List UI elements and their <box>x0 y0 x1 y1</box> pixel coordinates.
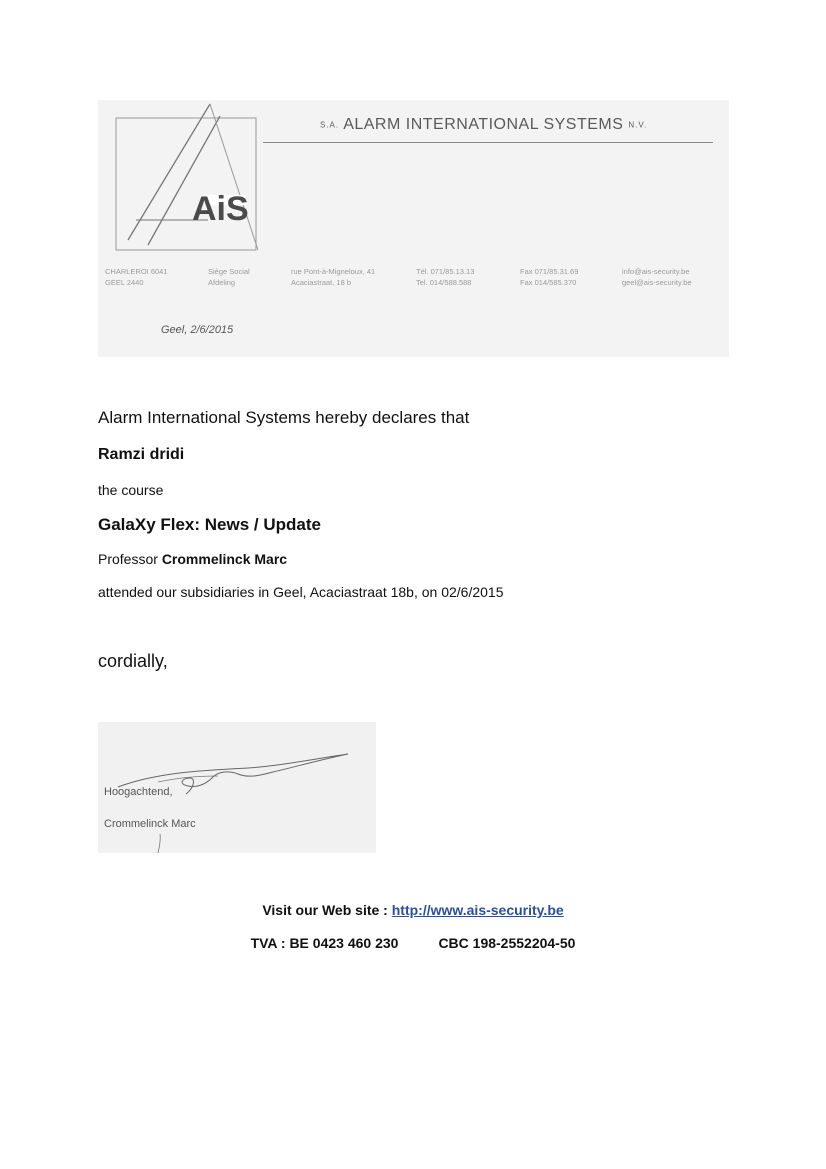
footer-website: Visit our Web site : http://www.ais-secu… <box>0 902 826 918</box>
signature-greeting: Hoogachtend, <box>104 786 173 798</box>
course-title: GalaXy Flex: News / Update <box>98 515 321 534</box>
closing: cordially, <box>98 651 168 671</box>
tva-number: TVA : BE 0423 460 230 <box>250 935 399 951</box>
address-city-col: CHARLEROI 6041 GEEL 2440 <box>105 266 168 288</box>
website-label: Visit our Web site : <box>262 902 388 918</box>
company-prefix: S.A. <box>320 120 340 130</box>
declaration-intro: Alarm International Systems hereby decla… <box>98 408 470 427</box>
phone-charleroi: Tél. 071/85.13.13 <box>416 267 475 276</box>
street-charleroi: rue Pont-à-Migneloux, 41 <box>291 267 376 276</box>
attendee-name: Ramzi dridi <box>98 446 185 463</box>
email-col: info@ais-security.be geel@ais-security.b… <box>622 266 692 288</box>
phone-col: Tél. 071/85.13.13 Tel. 014/588.588 <box>416 266 474 288</box>
fax-charleroi: Fax 071/85.31.69 <box>520 267 579 276</box>
street-geel: Acaciastraat, 18 b <box>291 278 352 287</box>
city-charleroi: CHARLEROI 6041 <box>105 267 168 276</box>
fax-col: Fax 071/85.31.69 Fax 014/585.370 <box>520 266 578 288</box>
company-name: S.A. ALARM INTERNATIONAL SYSTEMS N.V. <box>320 116 647 134</box>
office-type-col: Siège Social Afdeling <box>208 266 250 288</box>
signature-name: Crommelinck Marc <box>104 818 196 830</box>
office-siege: Siège Social <box>208 267 250 276</box>
professor-label: Professor <box>98 551 158 567</box>
professor-line: Professor Crommelinck Marc <box>98 551 287 567</box>
city-geel: GEEL 2440 <box>105 278 144 287</box>
email-geel: geel@ais-security.be <box>622 278 692 287</box>
attendance-statement: attended our subsidiaries in Geel, Acaci… <box>98 584 504 600</box>
office-afdeling: Afdeling <box>208 278 236 287</box>
signature-block: Hoogachtend, Crommelinck Marc <box>98 722 376 853</box>
email-info: info@ais-security.be <box>622 267 690 276</box>
cbc-number: CBC 198-2552204-50 <box>438 935 576 951</box>
website-link[interactable]: http://www.ais-security.be <box>392 902 564 918</box>
ais-logo: AiS <box>115 103 259 251</box>
street-col: rue Pont-à-Migneloux, 41 Acaciastraat, 1… <box>291 266 375 288</box>
professor-name: Crommelinck Marc <box>161 551 288 567</box>
course-label: the course <box>98 482 164 498</box>
company-title: ALARM INTERNATIONAL SYSTEMS <box>343 116 624 133</box>
company-suffix: N.V. <box>628 120 648 130</box>
letterhead-rule <box>263 142 713 143</box>
letter-date: Geel, 2/6/2015 <box>161 324 234 336</box>
fax-geel: Fax 014/585.370 <box>520 278 577 287</box>
logo-text: AiS <box>192 190 249 228</box>
phone-geel: Tel. 014/588.588 <box>416 278 472 287</box>
letterhead: AiS S.A. ALARM INTERNATIONAL SYSTEMS N.V… <box>98 100 729 357</box>
footer-registration: TVA : BE 0423 460 230 CBC 198-2552204-50 <box>0 935 826 951</box>
